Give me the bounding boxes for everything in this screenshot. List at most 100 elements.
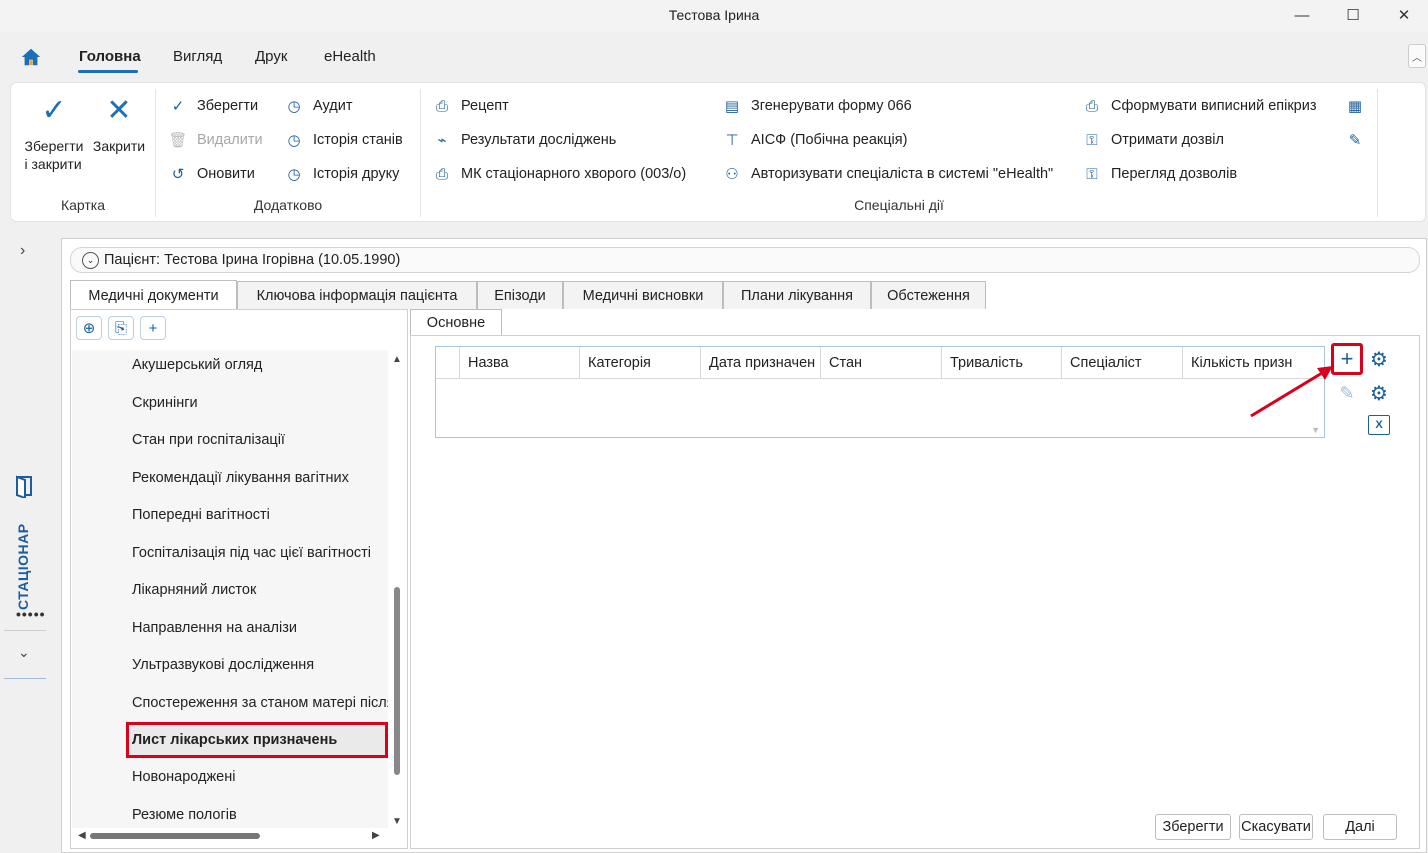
state-history-button[interactable]: ◷ Історія станів	[285, 131, 403, 149]
grid-col-duration[interactable]: Тривалість	[942, 347, 1062, 379]
research-results-button[interactable]: ⌁ Результати досліджень	[433, 131, 616, 149]
home-icon[interactable]	[20, 46, 42, 68]
menu-view[interactable]: Вигляд	[173, 48, 222, 65]
printer-icon: ⎙	[435, 97, 448, 115]
list-item[interactable]: Скринінги	[132, 395, 198, 411]
tab-medical-documents[interactable]: Медичні документи	[70, 280, 237, 310]
list-item[interactable]: Стан при госпіталізації	[132, 432, 285, 448]
refresh-icon: ↺	[171, 166, 185, 183]
list-item[interactable]: Спостереження за станом матері після	[132, 695, 388, 711]
scroll-thumb[interactable]	[394, 587, 400, 775]
check-icon: ✓	[171, 98, 185, 115]
grid-col-category[interactable]: Категорія	[580, 347, 701, 379]
chevron-down-icon[interactable]: ⌄	[18, 644, 30, 661]
grid-col-name[interactable]: Назва	[460, 347, 580, 379]
grid-col-specialist[interactable]: Спеціаліст	[1062, 347, 1183, 379]
tab-treatment-plans[interactable]: Плани лікування	[723, 281, 871, 309]
list-item[interactable]: Лікарняний листок	[132, 582, 256, 598]
add-medkit-icon[interactable]: ⊕	[76, 316, 102, 340]
grid-col-date[interactable]: Дата призначен	[701, 347, 821, 379]
chevron-right-icon[interactable]: ›	[20, 242, 25, 260]
delete-button[interactable]: 🗑 Видалити	[168, 131, 262, 149]
menu-ehealth[interactable]: eHealth	[324, 48, 376, 65]
save-button[interactable]: ✓ Зберегти	[169, 97, 258, 115]
group-label-card: Картка	[60, 197, 106, 213]
close-icon: ✕	[106, 94, 132, 127]
scroll-thumb[interactable]	[90, 833, 260, 839]
settings-off-icon[interactable]: ⚙	[1367, 381, 1391, 405]
edit-wand-icon[interactable]: ✎	[1345, 130, 1365, 150]
scroll-left-icon[interactable]: ◀	[78, 830, 86, 841]
tab-examinations[interactable]: Обстеження	[871, 281, 986, 309]
tab-key-information[interactable]: Ключова інформація пацієнта	[237, 281, 477, 309]
list-item[interactable]: Попередні вагітності	[132, 507, 270, 523]
expand-chevron-icon[interactable]: ⌄	[82, 252, 99, 269]
document-icon: ▤	[724, 98, 740, 115]
vertical-scrollbar[interactable]: ▲ ▼	[389, 350, 405, 828]
door-icon[interactable]	[15, 474, 35, 498]
ribbon-collapse-button[interactable]: ︿	[1408, 44, 1426, 68]
save-label: Зберегти	[197, 98, 259, 114]
document-key-icon: ⚿	[1086, 131, 1098, 149]
tab-main[interactable]: Основне	[410, 309, 502, 335]
list-item[interactable]: Госпіталізація під час цієї вагітності	[132, 545, 371, 561]
list-item[interactable]: Рекомендації лікування вагітних	[132, 470, 349, 486]
tab-medical-conclusions[interactable]: Медичні висновки	[563, 281, 723, 309]
state-history-label: Історія станів	[313, 132, 403, 148]
list-item[interactable]: Направлення на аналізи	[132, 620, 297, 636]
cancel-button[interactable]: Скасувати	[1239, 814, 1313, 840]
prescriptions-grid[interactable]: Назва Категорія Дата призначен Стан Трив…	[435, 346, 1325, 438]
grid-col-select[interactable]	[436, 347, 460, 379]
refresh-button[interactable]: ↺ Оновити	[169, 165, 255, 183]
audit-button[interactable]: ◷ Аудит	[285, 97, 352, 115]
recipe-label: Рецепт	[461, 98, 509, 114]
clock-icon: ◷	[287, 132, 301, 149]
clock-icon: ◷	[287, 166, 301, 183]
excel-export-button[interactable]: X	[1367, 413, 1391, 437]
patient-card-panel: ⌄ Пацієнт: Тестова Ірина Ігорівна (10.05…	[61, 238, 1427, 853]
scroll-up-icon[interactable]: ▲	[392, 354, 402, 365]
generate-066-button[interactable]: ▤ Згенерувати форму 066	[723, 97, 912, 115]
next-button[interactable]: Далі	[1323, 814, 1397, 840]
get-permission-button[interactable]: ⚿ Отримати дозвіл	[1083, 131, 1224, 149]
checkmark-icon: ✓	[41, 94, 67, 127]
more-dots[interactable]: •••••	[16, 606, 46, 622]
scroll-down-icon[interactable]: ▼	[392, 816, 402, 827]
menu-print[interactable]: Друк	[255, 48, 287, 65]
mk-inpatient-button[interactable]: ⎙ МК стаціонарного хворого (003/о)	[433, 165, 686, 183]
divider	[4, 678, 46, 679]
scroll-right-icon[interactable]: ▶	[372, 830, 380, 841]
add-clipboard-icon[interactable]: ⎘	[108, 316, 134, 340]
minimize-button[interactable]: —	[1290, 4, 1314, 26]
menu-home[interactable]: Головна	[79, 48, 141, 65]
aisf-button[interactable]: ⊤ АІСФ (Побічна реакція)	[723, 131, 907, 149]
patient-summary: Пацієнт: Тестова Ірина Ігорівна (10.05.1…	[104, 252, 401, 268]
list-item[interactable]: Ультразвукові дослідження	[132, 657, 314, 673]
annotation-arrow-icon	[1250, 366, 1333, 418]
list-item[interactable]: Акушерський огляд	[132, 357, 262, 373]
patient-header[interactable]: ⌄ Пацієнт: Тестова Ірина Ігорівна (10.05…	[70, 247, 1420, 273]
save-footer-button[interactable]: Зберегти	[1155, 814, 1231, 840]
print-history-button[interactable]: ◷ Історія друку	[285, 165, 399, 183]
gear-icon[interactable]: ⚙	[1367, 347, 1391, 371]
add-icon[interactable]: +	[140, 316, 166, 340]
maximize-button[interactable]: ☐	[1341, 4, 1365, 26]
save-close-button[interactable]: ✓ Зберегти і закрити	[19, 93, 89, 173]
recipe-button[interactable]: ⎙ Рецепт	[433, 97, 509, 115]
list-item-selected[interactable]: Лист лікарських призначень	[132, 732, 337, 748]
generate-066-label: Згенерувати форму 066	[751, 98, 912, 114]
calendar-add-icon[interactable]: ▦	[1345, 96, 1365, 116]
view-permissions-button[interactable]: ⚿ Перегляд дозволів	[1083, 165, 1237, 183]
tab-episodes[interactable]: Епізоди	[477, 281, 563, 309]
close-window-button[interactable]: ✕	[1392, 4, 1416, 26]
print-history-label: Історія друку	[313, 166, 400, 182]
authorize-ehealth-button[interactable]: ⚇ Авторизувати спеціаліста в системі "eH…	[723, 165, 1053, 183]
horizontal-scrollbar[interactable]: ◀ ▶	[72, 828, 388, 844]
discharge-summary-button[interactable]: ⎙ Сформувати виписний епікриз	[1083, 97, 1317, 115]
grid-col-state[interactable]: Стан	[821, 347, 942, 379]
list-item[interactable]: Резюме пологів	[132, 807, 237, 823]
list-item[interactable]: Новонароджені	[132, 769, 235, 785]
close-button[interactable]: ✕ Закрити	[89, 93, 149, 155]
content-box: Назва Категорія Дата призначен Стан Трив…	[410, 335, 1420, 849]
inpatient-module-label[interactable]: СТАЦІОНАР	[15, 523, 31, 610]
